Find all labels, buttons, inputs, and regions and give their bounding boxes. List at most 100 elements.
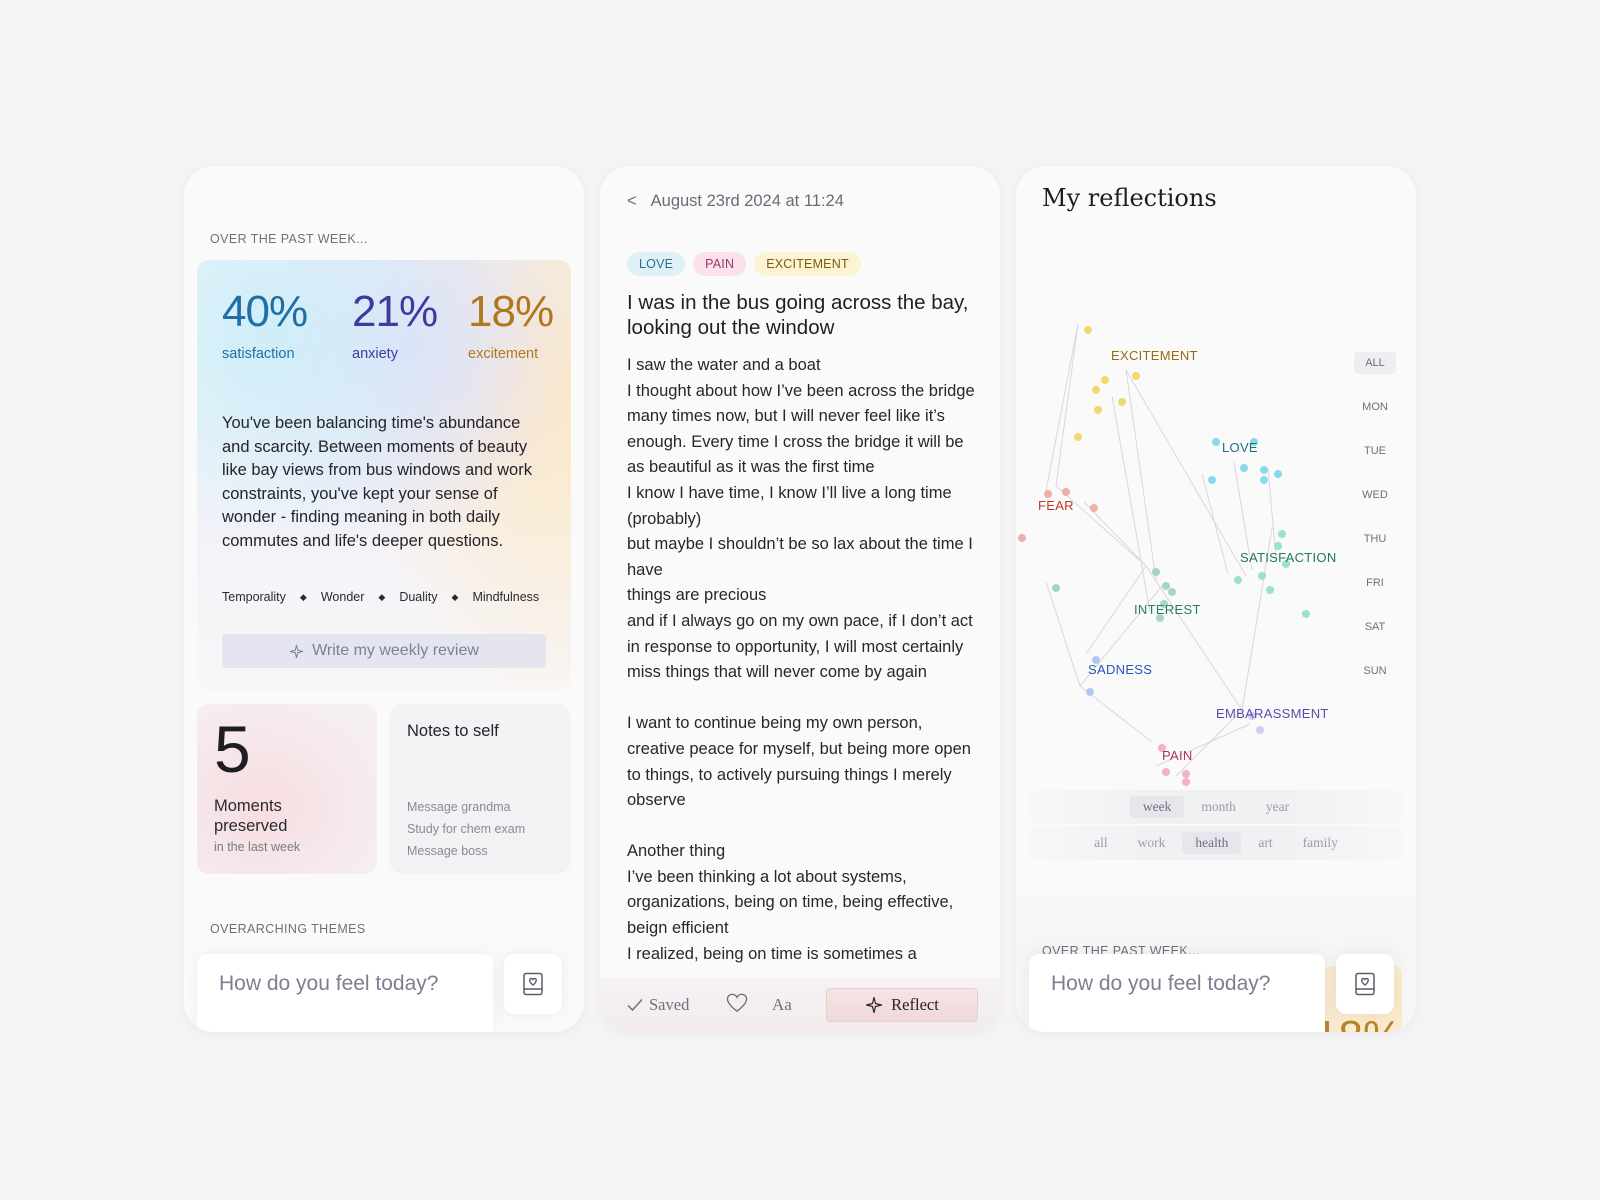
font-settings-button[interactable]: Aa [772,995,792,1015]
emotion-dot[interactable] [1152,568,1160,576]
emotion-dot[interactable] [1302,610,1310,618]
journal-button[interactable] [1336,954,1394,1014]
notes-title: Notes to self [407,722,499,740]
category-option-art[interactable]: art [1245,832,1285,854]
emotion-dot[interactable] [1086,688,1094,696]
emotion-label[interactable]: SADNESS [1088,662,1152,677]
emotion-label[interactable]: LOVE [1222,440,1258,455]
category-option-family[interactable]: family [1290,832,1351,854]
emotion-dot[interactable] [1162,768,1170,776]
emotion-dot[interactable] [1278,530,1286,538]
emotion-dot[interactable] [1090,504,1098,512]
period-option-year[interactable]: year [1253,796,1302,818]
day-filter-item[interactable]: TUE [1354,440,1396,462]
tag-love[interactable]: LOVE [627,252,686,276]
category-segmented-control: all work health art family [1029,826,1403,860]
emotion-label[interactable]: EMBARASSMENT [1216,706,1329,721]
emotion-dot[interactable] [1074,433,1082,441]
emotion-dot[interactable] [1240,464,1248,472]
emotion-dot[interactable] [1182,770,1190,778]
feeling-input[interactable]: How do you feel today? [197,954,493,1032]
category-option-all[interactable]: all [1081,832,1121,854]
entry-toolbar: Saved Aa Reflect [600,978,1000,1032]
check-icon [627,998,643,1012]
entry-body[interactable]: I saw the water and a boat I thought abo… [627,353,979,967]
sparkle-icon [866,996,883,1014]
day-filter-item[interactable]: FRI [1354,572,1396,594]
theme-chip[interactable]: Temporality [222,590,286,604]
theme-chip[interactable]: Duality [399,590,437,604]
emotion-dot[interactable] [1044,490,1052,498]
emotion-dot[interactable] [1234,576,1242,584]
emotion-dot[interactable] [1266,586,1274,594]
emotion-dot[interactable] [1084,326,1092,334]
emotion-dot[interactable] [1132,372,1140,380]
reflect-button[interactable]: Reflect [826,988,978,1022]
note-item[interactable]: Study for chem exam [407,818,525,840]
notes-to-self-card[interactable]: Notes to self Message grandma Study for … [390,704,570,874]
separator-dot-icon: ◆ [451,591,459,602]
stat-label: anxiety [352,346,398,362]
day-filter-item[interactable]: MON [1354,396,1396,418]
emotion-dot[interactable] [1256,726,1264,734]
emotion-dot[interactable] [1094,406,1102,414]
theme-chip[interactable]: Mindfulness [472,590,539,604]
period-option-week[interactable]: week [1129,796,1185,818]
notes-list: Message grandma Study for chem exam Mess… [407,796,525,862]
moments-label: Moments preserved [214,797,288,835]
write-weekly-review-button[interactable]: Write my weekly review [222,634,546,668]
favorite-button[interactable] [726,993,748,1018]
emotion-dot[interactable] [1118,398,1126,406]
emotion-dot[interactable] [1052,584,1060,592]
emotion-dot[interactable] [1062,488,1070,496]
emotion-dot[interactable] [1168,588,1176,596]
entry-header: < August 23rd 2024 at 11:24 [627,192,844,211]
feeling-input[interactable]: How do you feel today? [1029,954,1325,1032]
emotion-label[interactable]: EXCITEMENT [1111,348,1198,363]
journal-button[interactable] [504,954,562,1014]
emotion-dot[interactable] [1018,534,1026,542]
emotion-dot[interactable] [1092,386,1100,394]
journal-heart-icon [1355,972,1375,996]
day-filter-item[interactable]: ALL [1354,352,1396,374]
day-filter-item[interactable]: WED [1354,484,1396,506]
period-segmented-control: week month year [1029,790,1403,824]
stat-value: 18% [468,287,554,336]
emotion-dot[interactable] [1258,572,1266,580]
tag-excitement[interactable]: EXCITEMENT [754,252,861,276]
entry-paragraph: I saw the water and a boat I thought abo… [627,356,975,682]
saved-label: Saved [649,995,690,1014]
category-option-work[interactable]: work [1125,832,1179,854]
back-chevron-icon[interactable]: < [627,192,637,211]
emotion-dot[interactable] [1101,376,1109,384]
moments-sublabel: in the last week [214,840,301,854]
note-item[interactable]: Message boss [407,840,525,862]
emotion-label[interactable]: INTEREST [1134,602,1201,617]
emotion-dot[interactable] [1212,438,1220,446]
emotion-label[interactable]: SATISFACTION [1240,550,1337,565]
category-option-health[interactable]: health [1182,832,1242,854]
emotion-map[interactable]: EXCITEMENT LOVE FEAR SATISFACTION INTEREST SA… [1016,266,1356,826]
emotion-link [1045,323,1079,492]
emotion-dot[interactable] [1260,476,1268,484]
heart-icon [726,993,748,1012]
day-filter-item[interactable]: THU [1354,528,1396,550]
emotion-dot[interactable] [1162,582,1170,590]
peek-stat: 18% [1322,1012,1402,1032]
tag-pain[interactable]: PAIN [693,252,747,276]
stat-label: excitement [468,346,539,362]
emotion-label[interactable]: FEAR [1038,498,1074,513]
emotion-label[interactable]: PAIN [1162,748,1193,763]
theme-chip[interactable]: Wonder [321,590,365,604]
emotion-dot[interactable] [1182,778,1190,786]
day-filter-item[interactable]: SUN [1354,660,1396,682]
emotion-link [1125,369,1247,577]
emotion-dot[interactable] [1274,470,1282,478]
emotion-dot[interactable] [1260,466,1268,474]
moments-card[interactable]: 5 Moments preserved in the last week [197,704,377,874]
note-item[interactable]: Message grandma [407,796,525,818]
emotion-dot[interactable] [1274,542,1282,550]
day-filter-item[interactable]: SAT [1354,616,1396,638]
period-option-month[interactable]: month [1188,796,1249,818]
emotion-dot[interactable] [1208,476,1216,484]
